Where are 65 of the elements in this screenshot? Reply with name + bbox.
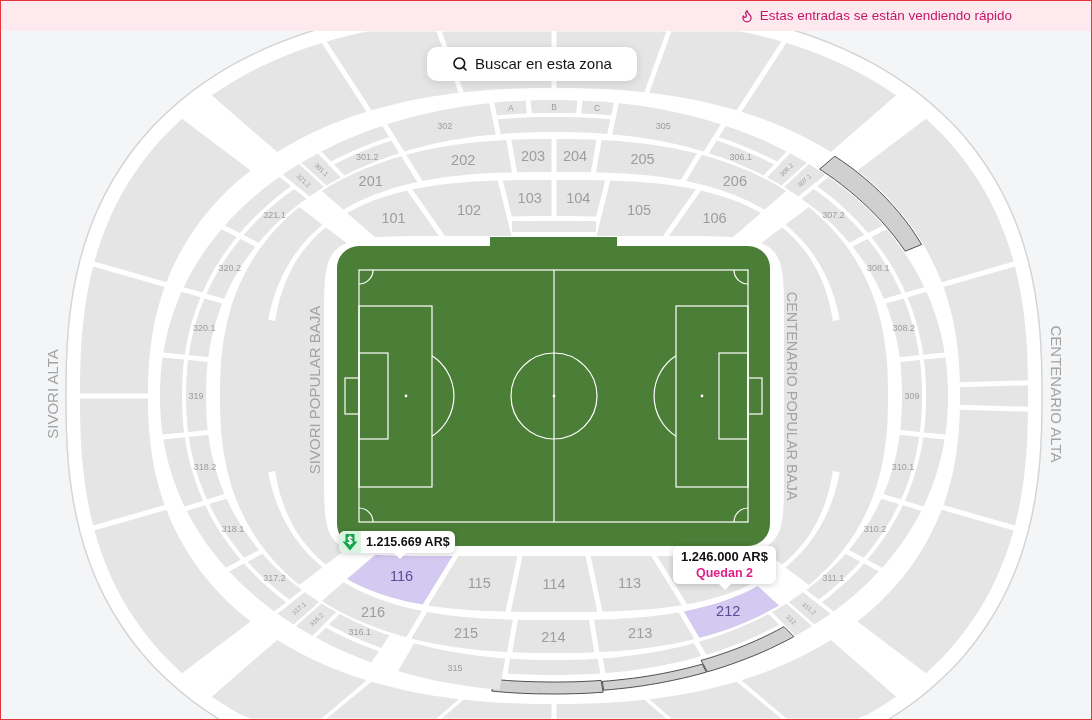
section-number: 319: [188, 391, 204, 401]
section-number: B: [551, 101, 557, 112]
section-number: 214: [541, 628, 566, 645]
section-number: 305: [655, 120, 671, 131]
section-number: 301.2: [356, 152, 379, 163]
section-number: 101: [381, 209, 406, 226]
section-number: 320.2: [218, 263, 242, 274]
section-number: 104: [566, 190, 591, 207]
stand-name: CENTENARIO ALTA: [1047, 325, 1065, 463]
section-number: 102: [456, 201, 482, 218]
section-number: 114: [542, 576, 566, 592]
price-text: 1.246.000 AR$: [681, 549, 768, 565]
search-area-button[interactable]: Buscar en esta zona: [427, 47, 637, 81]
section-number: 106: [702, 209, 727, 226]
section-number: 302: [437, 120, 453, 131]
section-number: 318.1: [221, 523, 245, 534]
stand-name: CENTENARIO POPULAR BAJA: [784, 291, 800, 501]
section-number: 206: [722, 172, 747, 189]
section-number: 201: [358, 173, 383, 190]
section-number: 317.2: [263, 572, 286, 583]
section-number: 308.1: [866, 263, 890, 274]
section-number: 213: [628, 624, 653, 641]
price-text: 1.215.669 AR$: [365, 533, 451, 551]
seating-section[interactable]: [220, 207, 347, 585]
section-number: A: [508, 102, 514, 113]
section-number: 205: [630, 151, 655, 168]
section-number: 310.1: [891, 462, 915, 472]
section-number: 116: [390, 567, 414, 584]
seating-section[interactable]: [817, 176, 884, 234]
stand-name: SIVORI ALTA: [43, 349, 61, 439]
section-number: 113: [617, 575, 642, 591]
tag-pointer-icon: [719, 584, 731, 590]
section-number: 105: [626, 201, 652, 218]
section-number: 318.2: [193, 462, 217, 472]
section-number: 320.1: [192, 323, 216, 333]
outlined-section[interactable]: [700, 626, 795, 673]
section-number: 321.1: [263, 209, 286, 220]
availability-note: Quedan 2: [696, 565, 753, 581]
tag-pointer-icon: [394, 553, 406, 559]
outlined-section[interactable]: [491, 679, 604, 695]
section-number: 115: [467, 575, 491, 591]
search-icon: [452, 56, 469, 72]
section-number: 308.2: [892, 323, 916, 333]
section-number: 306.1: [729, 152, 752, 163]
flame-icon: [739, 9, 754, 23]
section-number: 103: [517, 190, 542, 207]
section-number: C: [594, 102, 601, 113]
section-number: 315: [447, 663, 463, 674]
stand-name: SIVORI POPULAR BAJA: [305, 305, 323, 475]
section-number: 309: [904, 391, 920, 401]
section-number: 204: [562, 147, 588, 164]
outlined-section[interactable]: [819, 155, 922, 252]
section-number: 310.2: [863, 523, 887, 534]
section-number: 316.1: [348, 626, 371, 637]
section-number: 212: [716, 603, 741, 620]
section-number: 307.2: [822, 209, 845, 220]
price-tag[interactable]: 1.246.000 AR$ Quedan 2: [673, 546, 776, 584]
dollar-arrow-icon: [339, 531, 361, 553]
section-number: 202: [451, 151, 476, 168]
section-number: 216: [361, 603, 386, 620]
section-number: 215: [453, 624, 479, 641]
outlined-section[interactable]: [601, 663, 707, 691]
banner-text: Estas entradas se están vendiendo rápido: [759, 9, 1012, 23]
section-number: 311.1: [822, 572, 845, 583]
section-number: 203: [520, 147, 546, 164]
